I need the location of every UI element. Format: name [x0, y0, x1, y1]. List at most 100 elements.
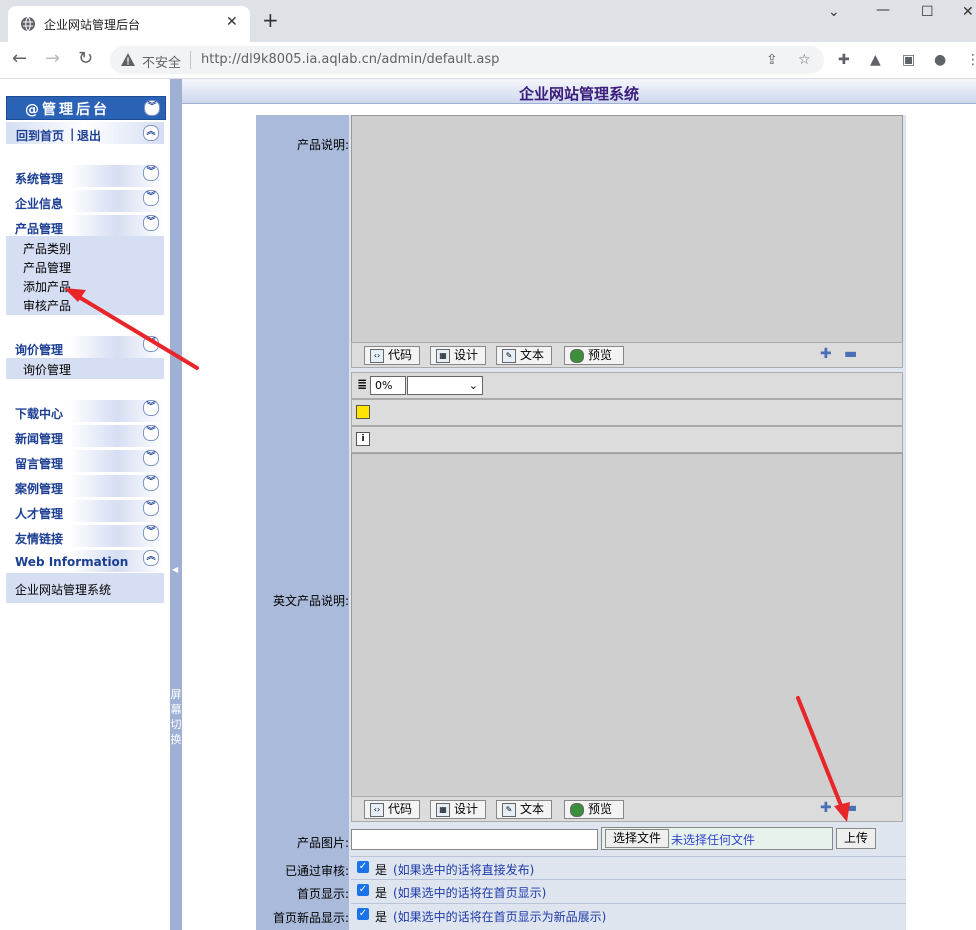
- collapse-icon[interactable]: ︽: [143, 550, 159, 566]
- choose-file-button[interactable]: 选择文件: [605, 829, 669, 848]
- side-panel-icon[interactable]: ▣: [902, 52, 915, 68]
- highlight-icon[interactable]: [356, 405, 370, 419]
- new-tab-icon[interactable]: +: [262, 10, 279, 30]
- design-mode-button[interactable]: ▦ 设计: [430, 800, 486, 819]
- forward-icon[interactable]: →: [45, 50, 60, 68]
- submenu-product-category[interactable]: 产品类别: [23, 240, 71, 257]
- menu-products[interactable]: 产品管理 ︾: [6, 215, 164, 237]
- expand-icon[interactable]: ︾: [143, 500, 159, 516]
- design-mode-button[interactable]: ▦ 设计: [430, 346, 486, 365]
- menu-label: 产品管理: [15, 222, 64, 236]
- english-desc-editor[interactable]: [351, 453, 903, 798]
- file-chooser: 选择文件 未选择任何文件: [601, 827, 833, 850]
- editor-toolbar-row-1: ≣ 0% ⌄ ⌄: [351, 372, 903, 409]
- reload-icon[interactable]: ↻: [78, 50, 93, 68]
- menu-label: 企业信息: [15, 197, 64, 211]
- menu-kebab-icon[interactable]: ⋮: [966, 52, 976, 68]
- screen-toggle-splitter[interactable]: ◀ 屏幕切换: [170, 79, 182, 930]
- menu-inquiry[interactable]: 询价管理 ︾: [6, 336, 164, 358]
- text-icon: ✎: [502, 803, 516, 817]
- menu-products-items: 产品类别 产品管理 添加产品 审核产品: [6, 236, 164, 315]
- align-justify-icon[interactable]: ≣: [356, 378, 368, 390]
- font-select[interactable]: ⌄: [407, 376, 483, 395]
- product-desc-editor[interactable]: [351, 115, 903, 344]
- home-display-row: ✓ 是 (如果选中的话将在首页显示): [351, 879, 906, 902]
- collapse-toggle-icon[interactable]: ︾: [144, 100, 160, 116]
- expand-icon[interactable]: ︾: [143, 475, 159, 491]
- code-mode-button[interactable]: ‹› 代码: [364, 346, 420, 365]
- lab-flask-icon[interactable]: ▲: [870, 52, 881, 68]
- upload-button[interactable]: 上传: [836, 828, 876, 849]
- maximize-icon[interactable]: ☐: [921, 4, 934, 20]
- home-display-checkbox[interactable]: ✓: [357, 884, 369, 896]
- browser-tab[interactable]: 企业网站管理后台 ✕: [8, 6, 250, 42]
- menu-web-information[interactable]: Web Information ︽: [6, 550, 164, 572]
- insecure-label: 不安全: [142, 56, 182, 71]
- menu-messages[interactable]: 留言管理 ︾: [6, 450, 164, 472]
- preview-mode-button[interactable]: 预览: [564, 346, 624, 365]
- expand-icon[interactable]: ︾: [143, 450, 159, 466]
- zoom-out-icon[interactable]: ▬: [844, 801, 857, 815]
- menu-friend-links[interactable]: 友情链接 ︾: [6, 525, 164, 547]
- menu-label: 新闻管理: [15, 432, 64, 446]
- menu-system[interactable]: 系统管理 ︾: [6, 165, 164, 187]
- code-mode-button[interactable]: ‹› 代码: [364, 800, 420, 819]
- submenu-inquiry-manage[interactable]: 询价管理: [23, 361, 71, 378]
- audit-checkbox[interactable]: ✓: [357, 861, 369, 873]
- extensions-icon[interactable]: ✚: [838, 52, 850, 68]
- chevron-up-icon[interactable]: ︽: [143, 125, 159, 141]
- text-mode-button[interactable]: ✎ 文本: [496, 346, 552, 365]
- omnibox-divider: [190, 51, 191, 69]
- zoom-select[interactable]: 0% ⌄: [370, 376, 406, 409]
- editor-mode-bar: ‹› 代码 ▦ 设计 ✎ 文本 预览 ✚ ▬: [351, 796, 903, 822]
- share-icon[interactable]: ⇪: [766, 52, 778, 68]
- window-close-icon[interactable]: ✕: [962, 4, 974, 20]
- minimize-icon[interactable]: —: [876, 2, 890, 18]
- expand-icon[interactable]: ︾: [143, 525, 159, 541]
- home-new-display-row: ✓ 是 (如果选中的话将在首页显示为新品展示): [351, 903, 906, 926]
- submenu-review-product[interactable]: 审核产品: [23, 297, 71, 314]
- profile-avatar-icon[interactable]: ●: [934, 52, 946, 68]
- home-link[interactable]: 回到首页: [16, 127, 64, 144]
- chevron-down-icon[interactable]: ⌄: [828, 4, 840, 20]
- menu-cases[interactable]: 案例管理 ︾: [6, 475, 164, 497]
- expand-icon[interactable]: ︾: [143, 215, 159, 231]
- logout-link[interactable]: 退出: [77, 127, 101, 144]
- text-mode-button[interactable]: ✎ 文本: [496, 800, 552, 819]
- browser-toolbar: ← → ↻ 不安全 http://dl9k8005.ia.aqlab.cn/ad…: [0, 42, 976, 79]
- address-bar[interactable]: 不安全 http://dl9k8005.ia.aqlab.cn/admin/de…: [110, 46, 824, 74]
- product-image-label: 产品图片:: [296, 836, 349, 850]
- expand-icon[interactable]: ︾: [143, 425, 159, 441]
- menu-talent[interactable]: 人才管理 ︾: [6, 500, 164, 522]
- expand-icon[interactable]: ︾: [143, 190, 159, 206]
- editor-toolbar-row-2: [351, 399, 903, 426]
- menu-news[interactable]: 新闻管理 ︾: [6, 425, 164, 447]
- product-image-input[interactable]: [351, 829, 598, 850]
- submenu-add-product[interactable]: 添加产品: [23, 278, 71, 295]
- product-desc-label: 产品说明:: [296, 138, 349, 152]
- tab-title: 企业网站管理后台: [44, 18, 141, 32]
- preview-globe-icon: [570, 803, 584, 817]
- expand-icon[interactable]: ︾: [143, 400, 159, 416]
- back-icon[interactable]: ←: [12, 50, 27, 68]
- info-icon[interactable]: i: [356, 432, 370, 446]
- preview-mode-button[interactable]: 预览: [564, 800, 624, 819]
- zoom-in-icon[interactable]: ✚: [820, 347, 832, 361]
- main-panel: 企业网站管理系统 产品说明: 英文产品说明: 产品图片: 已通过审核: 首页显示…: [182, 79, 976, 930]
- zoom-out-icon[interactable]: ▬: [844, 347, 857, 361]
- url-text[interactable]: http://dl9k8005.ia.aqlab.cn/admin/defaul…: [201, 52, 499, 67]
- menu-label: 系统管理: [15, 172, 64, 186]
- home-new-display-checkbox[interactable]: ✓: [357, 908, 369, 920]
- menu-company-info[interactable]: 企业信息 ︾: [6, 190, 164, 212]
- expand-icon[interactable]: ︾: [143, 336, 159, 352]
- close-icon[interactable]: ✕: [226, 14, 238, 30]
- zoom-in-icon[interactable]: ✚: [820, 801, 832, 815]
- submenu-product-manage[interactable]: 产品管理: [23, 259, 71, 276]
- menu-downloads[interactable]: 下载中心 ︾: [6, 400, 164, 422]
- menu-label: 询价管理: [15, 343, 64, 357]
- expand-icon[interactable]: ︾: [143, 165, 159, 181]
- triangle-left-icon[interactable]: ◀: [172, 565, 178, 574]
- bookmark-star-icon[interactable]: ☆: [798, 52, 811, 68]
- globe-icon: [21, 16, 35, 32]
- top-links: 回到首页 | 退出 ︽: [6, 122, 164, 144]
